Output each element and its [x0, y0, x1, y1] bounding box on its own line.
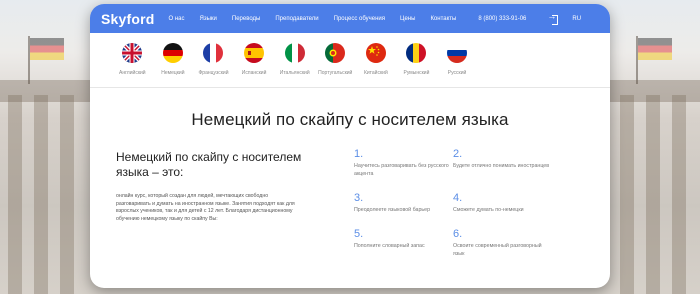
nav-translations[interactable]: Переводы [232, 16, 260, 22]
bg-column [60, 95, 74, 294]
germany-flag-icon [162, 43, 183, 63]
lang-item-russian[interactable]: Русский [437, 43, 478, 87]
nav-prices[interactable]: Цены [400, 16, 415, 22]
france-flag-icon [203, 43, 224, 63]
lang-label: Испанский [241, 70, 267, 76]
section-description: онлайн курс, который создан для людей, м… [116, 193, 295, 222]
course-description: Немецкий по скайпу с носителем языка – э… [116, 150, 316, 223]
language-selector: Английский Немецкий Французский Испански… [90, 33, 610, 88]
benefit-text: Научитесь разговаривать без русского акц… [354, 163, 449, 177]
main-nav: О нас Языки Переводы Преподаватели Проце… [169, 16, 457, 22]
benefit-item: 1. Научитесь разговаривать без русского … [354, 148, 454, 178]
language-switcher[interactable]: RU [572, 16, 581, 22]
bg-pole-left [28, 36, 30, 84]
uk-flag-icon [122, 43, 143, 63]
course-info: Немецкий по скайпу с носителем языка – э… [90, 130, 610, 280]
lang-label: Китайский [363, 70, 388, 76]
lang-item-portuguese[interactable]: Португальский [315, 43, 356, 87]
bg-pole-right [636, 36, 638, 84]
nav-teachers[interactable]: Преподаватели [275, 16, 318, 22]
romania-flag-icon [406, 43, 427, 63]
lang-label: Португальский [318, 70, 353, 76]
lang-item-english[interactable]: Английский [112, 43, 153, 87]
lang-label: Французский [198, 70, 229, 76]
benefit-item: 2. Будете отлично понимать иностранцев [453, 148, 553, 171]
benefit-number: 1. [354, 148, 364, 160]
lang-label: Английский [119, 70, 146, 76]
benefit-number: 2. [453, 148, 463, 160]
bg-column [646, 95, 660, 294]
logo[interactable]: Skyford [101, 11, 155, 27]
benefit-text: Освоите современный разговорный язык [453, 243, 542, 257]
lang-item-french[interactable]: Французский [193, 43, 234, 87]
lang-label: Итальянский [279, 70, 310, 76]
bg-column [8, 95, 22, 294]
benefit-number: 5. [354, 228, 364, 240]
lang-label: Русский [447, 70, 467, 76]
top-navbar: Skyford О нас Языки Переводы Преподавате… [90, 4, 610, 33]
benefit-text: Сможете думать по-немецки [453, 207, 524, 213]
page-title: Немецкий по скайпу с носителем языка [191, 110, 509, 129]
nav-contacts[interactable]: Контакты [430, 16, 456, 22]
nav-learning-process[interactable]: Процесс обучения [334, 16, 385, 22]
lang-label: Немецкий [161, 70, 185, 76]
lang-item-italian[interactable]: Итальянский [274, 43, 315, 87]
lang-item-romanian[interactable]: Румынский [396, 43, 437, 87]
italy-flag-icon [284, 43, 305, 63]
bg-column [672, 95, 686, 294]
benefit-item: 3. Преодолеете языковой барьер [354, 192, 454, 215]
spain-flag-icon [244, 43, 265, 63]
login-icon[interactable] [547, 11, 559, 25]
lang-item-german[interactable]: Немецкий [153, 43, 194, 87]
section-subtitle: Немецкий по скайпу с носителем языка – э… [116, 150, 302, 179]
benefit-item: 5. Пополните словарный запас [354, 228, 454, 251]
portugal-flag-icon [325, 43, 346, 63]
page-card: Skyford О нас Языки Переводы Преподавате… [90, 4, 610, 288]
benefit-number: 4. [453, 192, 463, 204]
benefit-number: 3. [354, 192, 364, 204]
benefit-text: Пополните словарный запас [354, 243, 425, 249]
nav-languages[interactable]: Языки [200, 16, 217, 22]
benefit-item: 4. Сможете думать по-немецки [453, 192, 553, 215]
bg-flag-left [30, 38, 64, 60]
benefit-number: 6. [453, 228, 463, 240]
bg-column [620, 95, 634, 294]
china-flag-icon [365, 43, 386, 63]
russia-flag-icon [447, 43, 468, 63]
lang-item-chinese[interactable]: Китайский [356, 43, 397, 87]
bg-column [34, 95, 48, 294]
benefit-item: 6. Освоите современный разговорный язык [453, 228, 553, 258]
bg-flag-right [638, 38, 672, 60]
nav-about[interactable]: О нас [169, 16, 185, 22]
benefit-text: Преодолеете языковой барьер [354, 207, 431, 213]
phone-number[interactable]: 8 (800) 333-91-06 [478, 16, 526, 22]
benefit-text: Будете отлично понимать иностранцев [453, 163, 550, 169]
lang-label: Румынский [403, 70, 430, 76]
lang-item-spanish[interactable]: Испанский [234, 43, 275, 87]
